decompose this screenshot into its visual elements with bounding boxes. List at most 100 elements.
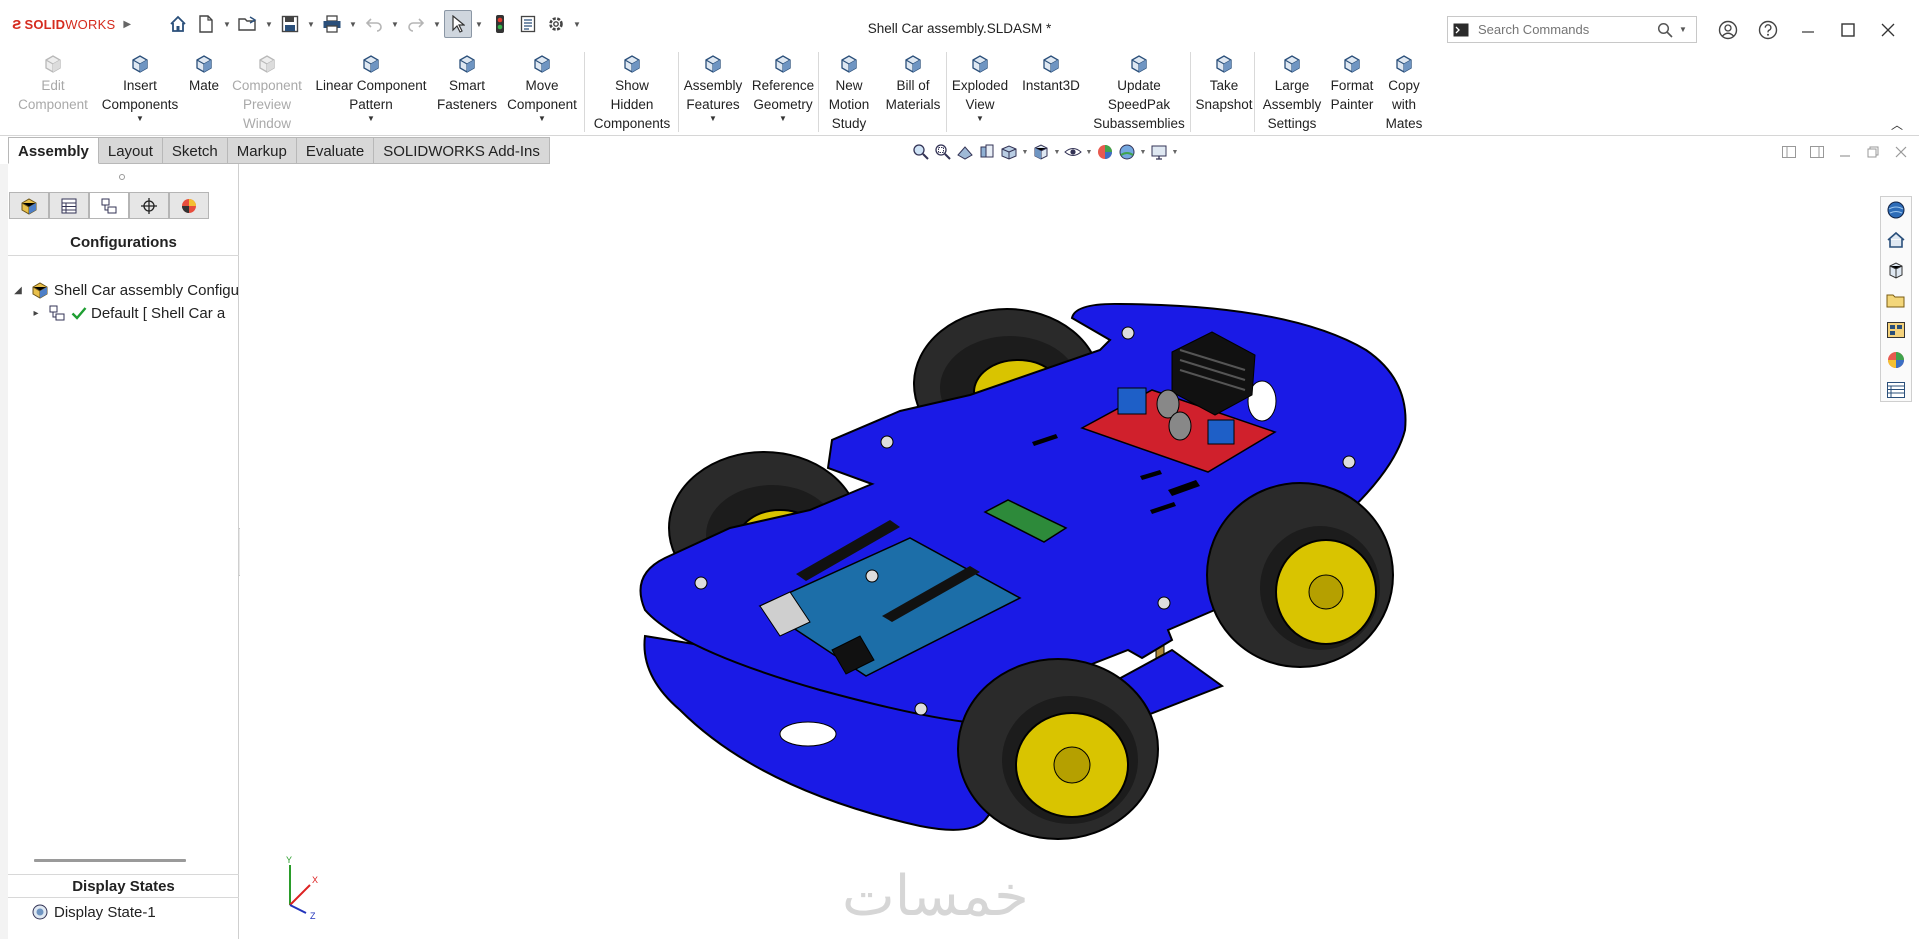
collapse-ribbon-chevron-icon[interactable]: ︿ [1891, 116, 1903, 133]
file-properties-icon[interactable] [514, 10, 542, 38]
view-orientation-dropdown-icon[interactable]: ▼ [1020, 149, 1030, 156]
home-icon[interactable] [164, 10, 192, 38]
doc-close-icon[interactable] [1887, 143, 1915, 161]
ribbon-button-bill-of-materials[interactable]: Bill of Materials [880, 51, 946, 134]
maximize-icon[interactable] [1828, 16, 1868, 43]
display-manager-tab-icon[interactable] [169, 192, 209, 219]
dynamic-annotation-icon[interactable] [998, 141, 1020, 163]
tab-evaluate[interactable]: Evaluate [296, 137, 375, 164]
ribbon-button-mate[interactable]: Mate [184, 51, 224, 134]
ribbon-button-exploded-view[interactable]: Exploded View ▼ [948, 51, 1012, 134]
car-assembly-model[interactable] [240, 164, 1880, 939]
ribbon-button-assembly-features[interactable]: Assembly Features ▼ [680, 51, 746, 134]
ribbon-dropdown-caret-icon[interactable]: ▼ [538, 114, 546, 124]
ribbon-button-reference-geometry[interactable]: Reference Geometry ▼ [748, 51, 818, 134]
undo-icon[interactable] [360, 10, 388, 38]
display-state-item[interactable]: Display State-1 [8, 901, 239, 923]
home-task-icon[interactable] [1883, 227, 1909, 253]
ribbon-button-copy-with-mates[interactable]: Copy with Mates [1380, 51, 1428, 134]
ribbon-button-preview-window[interactable]: Component Preview Window [228, 51, 306, 134]
options-dropdown-icon[interactable]: ▼ [570, 10, 584, 38]
ribbon-dropdown-caret-icon[interactable]: ▼ [976, 114, 984, 124]
ribbon-dropdown-caret-icon[interactable]: ▼ [367, 114, 375, 124]
doc-minimize-icon[interactable] [1831, 143, 1859, 161]
dimxpert-manager-tab-icon[interactable] [129, 192, 169, 219]
graphics-area[interactable] [240, 164, 1880, 939]
display-style-dropdown-icon[interactable]: ▼ [1052, 149, 1062, 156]
tab-markup[interactable]: Markup [227, 137, 297, 164]
edit-appearance-icon[interactable] [1094, 141, 1116, 163]
panel-splitter[interactable] [34, 859, 186, 862]
tab-assembly[interactable]: Assembly [8, 137, 99, 164]
search-dropdown-icon[interactable]: ▼ [1676, 25, 1690, 34]
view-settings-icon[interactable] [1148, 141, 1170, 163]
zoom-to-area-icon[interactable] [932, 141, 954, 163]
tab-sketch[interactable]: Sketch [162, 137, 228, 164]
ribbon-button-camera[interactable]: Take Snapshot [1194, 51, 1254, 134]
undo-dropdown-icon[interactable]: ▼ [388, 10, 402, 38]
zoom-to-fit-icon[interactable] [910, 141, 932, 163]
ribbon-dropdown-caret-icon[interactable]: ▼ [779, 114, 787, 124]
print-icon[interactable] [318, 10, 346, 38]
tree-item-default-config[interactable]: ▸ Default [ Shell Car a [8, 302, 239, 324]
menu-expand-icon[interactable]: ▶ [123, 19, 131, 30]
solidworks-resources-icon[interactable] [1883, 197, 1909, 223]
ribbon-dropdown-caret-icon[interactable]: ▼ [136, 114, 144, 124]
doc-restore-icon[interactable] [1859, 143, 1887, 161]
tile-right-icon[interactable] [1803, 143, 1831, 161]
save-dropdown-icon[interactable]: ▼ [304, 10, 318, 38]
feature-manager-tab-icon[interactable] [9, 192, 49, 219]
ribbon-button-edit-component[interactable]: Edit Component [10, 51, 96, 134]
rebuild-traffic-light-icon[interactable] [486, 10, 514, 38]
file-explorer-icon[interactable] [1883, 287, 1909, 313]
redo-icon[interactable] [402, 10, 430, 38]
ribbon-button-large-assembly[interactable]: Large Assembly Settings [1258, 51, 1326, 134]
scene-dropdown-icon[interactable]: ▼ [1138, 149, 1148, 156]
open-dropdown-icon[interactable]: ▼ [262, 10, 276, 38]
property-manager-tab-icon[interactable] [49, 192, 89, 219]
hide-show-dropdown-icon[interactable]: ▼ [1084, 149, 1094, 156]
ribbon-button-show-hidden[interactable]: Show Hidden Components [588, 51, 676, 134]
user-account-icon[interactable] [1708, 16, 1748, 43]
view-settings-dropdown-icon[interactable]: ▼ [1170, 149, 1180, 156]
ribbon-button-linear-pattern[interactable]: Linear Component Pattern ▼ [310, 51, 432, 134]
redo-dropdown-icon[interactable]: ▼ [430, 10, 444, 38]
select-arrow-icon[interactable] [444, 10, 472, 38]
search-icon[interactable] [1654, 22, 1676, 38]
minimize-icon[interactable] [1788, 16, 1828, 43]
new-dropdown-icon[interactable]: ▼ [220, 10, 234, 38]
search-commands[interactable]: ▼ [1447, 16, 1697, 43]
expand-triangle-icon[interactable]: ▸ [29, 308, 43, 319]
ribbon-button-format-painter[interactable]: Format Painter [1328, 51, 1376, 134]
design-library-icon[interactable] [1883, 257, 1909, 283]
view-palette-icon[interactable] [1883, 317, 1909, 343]
collapse-triangle-icon[interactable]: ◢ [11, 285, 25, 296]
options-gear-icon[interactable] [542, 10, 570, 38]
ribbon-button-motion-study[interactable]: New Motion Study [822, 51, 876, 134]
wheel-rear-right[interactable] [1206, 482, 1394, 668]
tree-item-config-root[interactable]: ◢ Shell Car assembly Configu [8, 279, 239, 301]
section-view-icon[interactable] [976, 141, 998, 163]
open-folder-icon[interactable] [234, 10, 262, 38]
appearances-scenes-icon[interactable] [1883, 347, 1909, 373]
select-dropdown-icon[interactable]: ▼ [472, 10, 486, 38]
print-dropdown-icon[interactable]: ▼ [346, 10, 360, 38]
close-icon[interactable] [1868, 16, 1908, 43]
solidworks-logo[interactable]: ƨ SOLIDWORKS ▶ [12, 9, 140, 39]
ribbon-button-speedpak[interactable]: Update SpeedPak Subassemblies [1090, 51, 1188, 134]
help-icon[interactable] [1748, 16, 1788, 43]
ribbon-button-insert-components[interactable]: Insert Components ▼ [100, 51, 180, 134]
save-icon[interactable] [276, 10, 304, 38]
panel-grip-icon[interactable] [119, 174, 125, 180]
apply-scene-icon[interactable] [1116, 141, 1138, 163]
ribbon-dropdown-caret-icon[interactable]: ▼ [709, 114, 717, 124]
previous-view-icon[interactable] [954, 141, 976, 163]
view-orientation-icon[interactable] [1030, 141, 1052, 163]
new-document-icon[interactable] [192, 10, 220, 38]
tab-solidworks-add-ins[interactable]: SOLIDWORKS Add-Ins [374, 137, 550, 164]
ribbon-button-instant3d[interactable]: Instant3D [1016, 51, 1086, 134]
search-commands-input[interactable] [1474, 22, 1654, 37]
configuration-manager-tab-icon[interactable] [89, 192, 129, 219]
tile-left-icon[interactable] [1775, 143, 1803, 161]
custom-properties-icon[interactable] [1883, 377, 1909, 403]
